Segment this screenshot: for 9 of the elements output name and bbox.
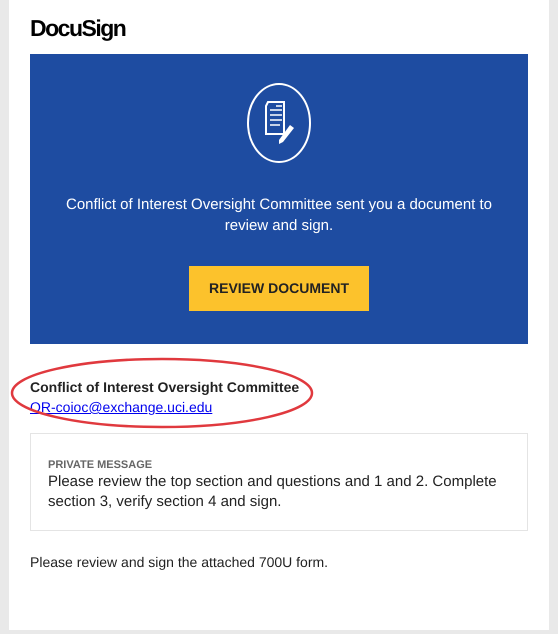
review-document-button[interactable]: REVIEW DOCUMENT xyxy=(189,266,369,311)
logo: DocuSign xyxy=(30,14,126,42)
private-message-text: Please review the top section and questions and 1 and 2. Complete section 3, verify section 4 and sign. xyxy=(48,472,498,512)
document-pen-icon xyxy=(246,82,312,164)
footer-text: Please review and sign the attached 700U form. xyxy=(30,553,330,572)
sender-email-link[interactable]: OR-coioc@exchange.uci.edu xyxy=(30,397,212,417)
banner-message: Conflict of Interest Oversight Committee sent you a document to review and sign. xyxy=(64,195,494,236)
private-message-heading: PRIVATE MESSAGE xyxy=(48,458,154,472)
sender-name: Conflict of Interest Oversight Committee xyxy=(30,378,300,397)
